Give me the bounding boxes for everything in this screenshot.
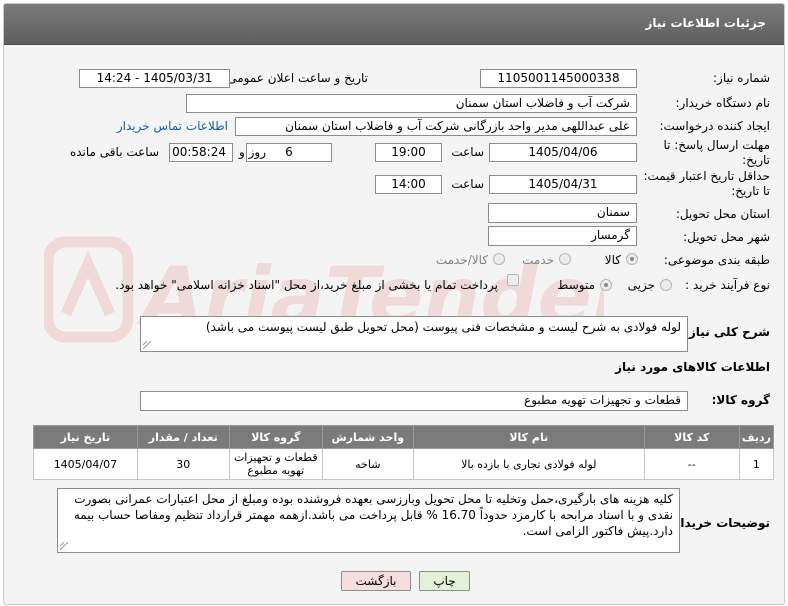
col-unit: واحد شمارش <box>321 425 414 449</box>
col-quantity: تعداد / مقدار <box>136 425 230 449</box>
days-label: روز و <box>239 145 266 159</box>
need-details-panel: جزئیات اطلاعات نیاز AriaTender.net شماره… <box>3 3 785 605</box>
buyer-contact-link[interactable]: اطلاعات تماس خریدار <box>117 119 228 133</box>
category-label: طبقه بندی موضوعی: <box>663 253 770 267</box>
delivery-province-label: استان محل تحویل: <box>675 207 770 221</box>
treasury-payment-checkbox[interactable] <box>507 274 519 286</box>
category-goods-label: کالا <box>604 253 621 267</box>
cell-name: لوله فولادی تجاری با بازده بالا <box>412 448 645 480</box>
delivery-city-field: گرمسار <box>488 226 637 246</box>
print-button[interactable]: چاپ <box>419 571 470 591</box>
goods-table-header: ردیف کد کالا نام کالا واحد شمارش گروه کا… <box>33 425 775 449</box>
remaining-time-field: 00:58:24 <box>169 143 233 162</box>
col-code: کد کالا <box>643 425 740 449</box>
reply-time-label: ساعت <box>451 145 484 159</box>
buyer-org-field: شرکت آب و فاضلاب استان سمنان <box>186 94 637 113</box>
price-validity-label: حداقل تاریخ اعتبار قیمت: تا تاریخ: <box>643 169 770 198</box>
announce-datetime-field: 1405/03/31 - 14:24 <box>79 69 230 88</box>
back-button[interactable]: بازگشت <box>341 571 411 591</box>
reply-date-field: 1405/04/06 <box>489 143 637 162</box>
col-need-date: تاریخ نیاز <box>33 425 138 449</box>
treasury-payment-note: پرداخت تمام یا بخشی از مبلغ خرید،از محل … <box>115 278 498 292</box>
process-medium-radio[interactable] <box>600 279 612 291</box>
table-row: 1 -- لوله فولادی تجاری با بازده بالا شاخ… <box>33 448 775 480</box>
buyer-org-label: نام دستگاه خریدار: <box>675 96 771 110</box>
goods-info-heading: اطلاعات کالاهای مورد نیاز <box>615 360 770 374</box>
requester-label: ایجاد کننده درخواست: <box>659 119 770 133</box>
description-text: لوله فولادی به شرح لیست و مشخصات فنی پیو… <box>205 320 681 334</box>
goods-group-field: قطعات و تجهیزات تهویه مطبوع <box>140 391 688 411</box>
resize-grip-icon[interactable] <box>143 341 151 349</box>
buyer-notes-label: توضیحات خریدار: <box>668 516 770 530</box>
remaining-label: ساعت باقی مانده <box>69 145 159 159</box>
cell-group: قطعات و تجهیزات تهویه مطبوع <box>228 448 323 480</box>
process-small-radio[interactable] <box>660 279 672 291</box>
category-goods-service-label: کالا/خدمت <box>435 253 488 267</box>
need-number-label: شماره نیاز: <box>713 71 770 85</box>
process-medium-label: متوسط <box>557 278 595 292</box>
delivery-province-field: سمنان <box>488 203 637 223</box>
buyer-notes-textarea[interactable]: کلیه هزینه های بارگیری،حمل وتخلیه تا محل… <box>57 488 680 553</box>
category-goods-radio[interactable] <box>626 253 638 265</box>
col-name: نام کالا <box>412 425 645 449</box>
cell-row: 1 <box>738 448 775 480</box>
col-group: گروه کالا <box>228 425 323 449</box>
buyer-notes-text: کلیه هزینه های بارگیری،حمل وتخلیه تا محل… <box>73 492 673 538</box>
cell-quantity: 30 <box>136 448 230 480</box>
goods-group-label: گروه کالا: <box>711 393 770 407</box>
col-row: ردیف <box>738 425 775 449</box>
reply-deadline-label: مهلت ارسال پاسخ: تا تاریخ: <box>663 138 770 167</box>
announce-datetime-label: تاریخ و ساعت اعلان عمومی: <box>223 71 368 85</box>
category-service-radio[interactable] <box>559 253 571 265</box>
category-service-label: خدمت <box>522 253 554 267</box>
description-textarea[interactable]: لوله فولادی به شرح لیست و مشخصات فنی پیو… <box>140 316 688 352</box>
validity-time-label: ساعت <box>451 177 484 191</box>
delivery-city-label: شهر محل تحویل: <box>683 230 770 244</box>
cell-unit: شاخه <box>321 448 414 480</box>
goods-table: ردیف کد کالا نام کالا واحد شمارش گروه کا… <box>33 425 775 480</box>
panel-title: جزئیات اطلاعات نیاز <box>645 16 766 30</box>
cell-need-date: 1405/04/07 <box>33 448 138 480</box>
category-goods-service-radio[interactable] <box>493 253 505 265</box>
need-number-field: 1105001145000338 <box>480 69 637 88</box>
process-small-label: جزیی <box>627 278 655 292</box>
validity-date-field: 1405/04/31 <box>489 175 637 194</box>
resize-grip-icon[interactable] <box>60 542 68 550</box>
panel-header: جزئیات اطلاعات نیاز <box>4 4 784 45</box>
process-type-label: نوع فرآیند خرید : <box>685 278 770 292</box>
description-label: شرح کلی نیاز: <box>684 325 770 339</box>
requester-field: علی عبداللهی مدیر واحد بازرگانی شرکت آب … <box>235 117 637 136</box>
cell-code: -- <box>643 448 740 480</box>
validity-time-field: 14:00 <box>375 175 442 194</box>
reply-time-field: 19:00 <box>375 143 442 162</box>
